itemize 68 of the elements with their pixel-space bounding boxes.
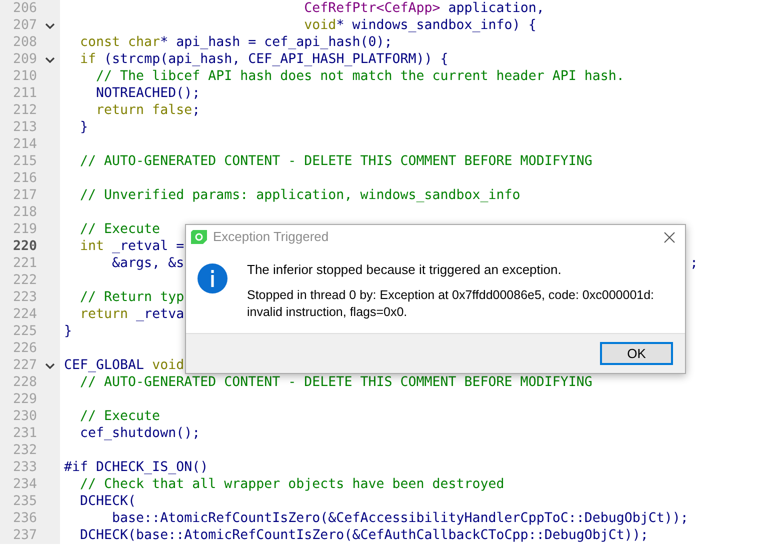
- line-number: 217: [12, 186, 37, 205]
- dialog-title: Exception Triggered: [213, 228, 329, 246]
- line-number: 222: [12, 272, 37, 290]
- code-line: ;: [690, 255, 698, 272]
- line-number: 233: [12, 458, 37, 477]
- fold-chevron-icon[interactable]: [45, 362, 55, 368]
- line-number: 214: [12, 136, 37, 154]
- line-number: 208: [12, 34, 37, 52]
- info-icon: [197, 263, 228, 294]
- line-number: 224: [12, 306, 37, 324]
- code-line: // Execute: [79, 408, 160, 425]
- line-number: 220: [12, 238, 37, 256]
- code-line: #if DCHECK_IS_ON(): [64, 459, 208, 476]
- code-line: // Unverified params: application, windows_sandbox_info: [79, 187, 520, 204]
- line-number: 226: [12, 340, 37, 358]
- line-number: 212: [12, 102, 37, 120]
- code-line: const char* api_hash = cef_api_hash(0);: [79, 34, 392, 51]
- line-number: 218: [12, 204, 37, 222]
- code-line: cef_shutdown();: [79, 425, 200, 442]
- code-line: CefRefPtr<CefApp> application,: [303, 0, 544, 17]
- code-line: return _retva: [79, 306, 184, 323]
- line-number: 210: [12, 68, 37, 86]
- line-number: 234: [12, 476, 37, 494]
- ok-button[interactable]: OK: [600, 342, 673, 365]
- line-number: 235: [12, 492, 37, 511]
- line-number: 209: [12, 50, 37, 69]
- code-line: base::AtomicRefCountIsZero(&CefAccessibilityHandlerCppToC::DebugObjCt));: [111, 510, 688, 527]
- code-line: int _retval =: [79, 238, 184, 255]
- code-line: // The libcef API hash does not match the current header API hash.: [95, 68, 624, 85]
- code-line: return false;: [95, 102, 200, 119]
- code-line: void* windows_sandbox_info) {: [303, 17, 536, 34]
- line-number: 232: [12, 442, 37, 460]
- line-number: 221: [12, 254, 37, 273]
- app-logo-icon: [191, 230, 207, 244]
- code-line: }: [79, 119, 88, 136]
- line-number: 237: [12, 526, 37, 545]
- fold-chevron-icon[interactable]: [45, 56, 55, 62]
- line-number: 230: [12, 408, 37, 426]
- code-line: }: [64, 323, 72, 340]
- line-number: 236: [12, 510, 37, 528]
- code-line: &args, &s: [111, 255, 184, 272]
- line-number: 229: [12, 390, 37, 409]
- line-number: 216: [12, 170, 37, 188]
- code-line: // Execute: [79, 221, 160, 238]
- code-line: CEF_GLOBAL void: [64, 357, 184, 374]
- code-line: // Return typ: [79, 289, 184, 306]
- code-line: // AUTO-GENERATED CONTENT - DELETE THIS COMMENT BEFORE MODIFYING: [79, 374, 592, 391]
- dialog-details: Stopped in thread 0 by: Exception at 0x7ffdd00086e5, code: 0xc000001d: invalid instruction, flags=0x0.: [247, 287, 656, 321]
- line-number: 228: [12, 374, 37, 392]
- fold-chevron-icon[interactable]: [45, 22, 55, 28]
- dialog-message: The inferior stopped because it triggered an exception.: [247, 261, 562, 278]
- code-line: DCHECK(: [79, 493, 136, 510]
- line-number: 227: [12, 356, 37, 375]
- line-number: 219: [12, 220, 37, 239]
- code-line: DCHECK(base::AtomicRefCountIsZero(&CefAuthCallbackCToCpp::DebugObjCt));: [79, 527, 648, 544]
- line-number: 211: [12, 84, 37, 103]
- code-line: if (strcmp(api_hash, CEF_API_HASH_PLATFORM)) {: [79, 51, 448, 68]
- line-number: 225: [12, 322, 37, 341]
- line-number: 207: [12, 16, 37, 35]
- line-number: 215: [12, 152, 37, 171]
- close-icon[interactable]: [664, 232, 675, 242]
- line-number: 206: [12, 0, 37, 18]
- code-line: // Check that all wrapper objects have been destroyed: [79, 476, 504, 493]
- line-number: 223: [12, 288, 37, 307]
- code-line: NOTREACHED();: [95, 85, 200, 102]
- code-line: // AUTO-GENERATED CONTENT - DELETE THIS COMMENT BEFORE MODIFYING: [79, 153, 592, 170]
- line-number: 213: [12, 118, 37, 137]
- line-number: 231: [12, 424, 37, 443]
